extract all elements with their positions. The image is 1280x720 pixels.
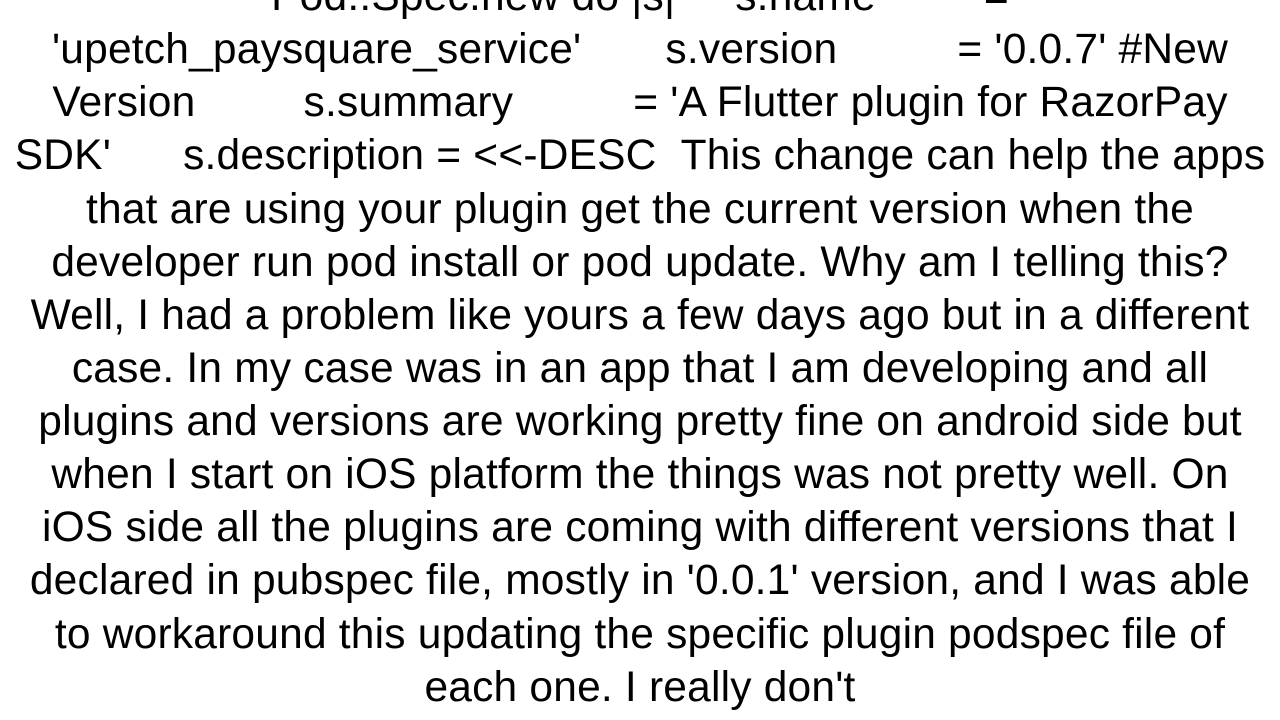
- document-text: Pod::Spec.new do |s| s.name = 'upetch_pa…: [0, 0, 1280, 714]
